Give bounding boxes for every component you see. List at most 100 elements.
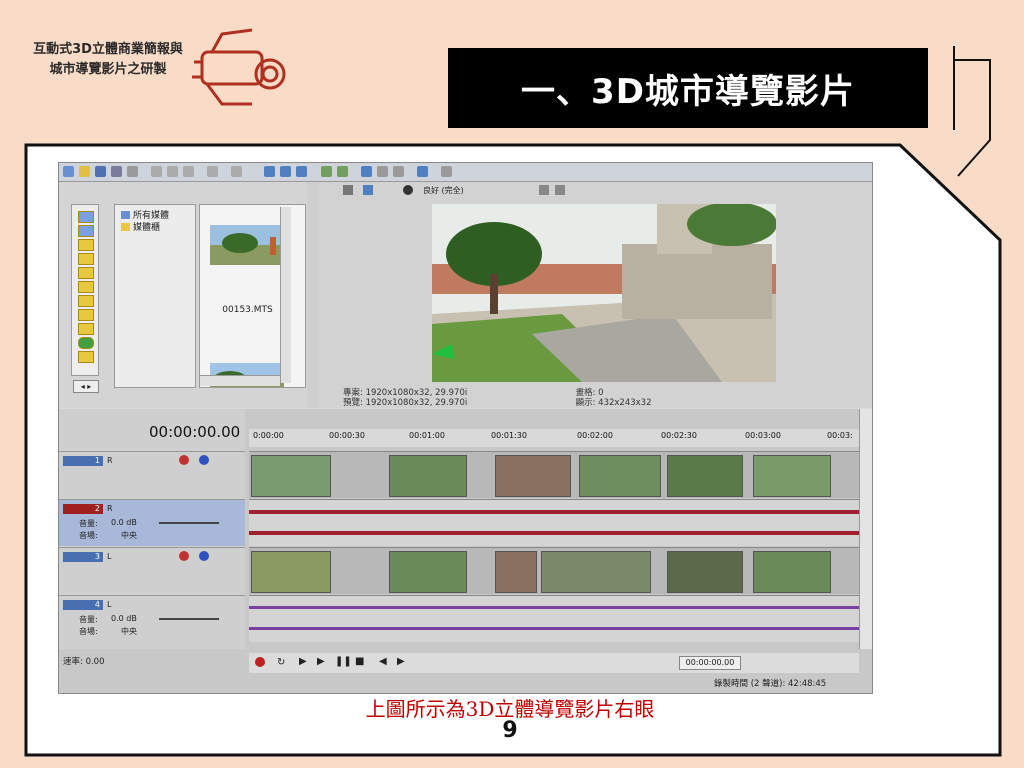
solo-icon[interactable] <box>199 455 209 465</box>
video-clip[interactable] <box>389 551 467 593</box>
folder-icon[interactable] <box>78 267 94 279</box>
tree-item-media-bin[interactable]: 媒體櫃 <box>121 220 160 233</box>
mute-icon[interactable] <box>179 455 189 465</box>
video-output-icon[interactable] <box>363 185 373 195</box>
video-clip[interactable] <box>667 551 743 593</box>
volume-slider[interactable] <box>159 618 219 620</box>
go-to-end-icon[interactable]: ▶ <box>397 656 405 667</box>
drive-icon[interactable] <box>78 225 94 237</box>
video-clip[interactable] <box>579 455 661 497</box>
folder-icon[interactable] <box>78 253 94 265</box>
volume-label: 音量: <box>79 519 98 528</box>
thumbnail-clip-1[interactable] <box>210 225 284 265</box>
save-icon[interactable] <box>95 166 106 177</box>
properties-icon[interactable] <box>127 166 138 177</box>
video-clip[interactable] <box>495 551 537 593</box>
track-number: 1 <box>63 456 103 466</box>
track-header-4[interactable]: 4 L 音量: 0.0 dB 音場: 中央 <box>59 595 245 642</box>
video-clip[interactable] <box>667 455 743 497</box>
cut-icon[interactable] <box>151 166 162 177</box>
render-icon[interactable] <box>417 166 428 177</box>
preview-settings-icon[interactable] <box>343 185 353 195</box>
play-from-start-icon[interactable]: ▶ <box>299 656 307 667</box>
folder-icon[interactable] <box>78 309 94 321</box>
audio-lane-4[interactable] <box>249 595 859 642</box>
solo-icon[interactable] <box>199 551 209 561</box>
transport-controls: ↻ ▶ ▶ ❚❚ ■ ◀ ▶ 00:00:00.00 <box>249 653 859 673</box>
auto-ripple-icon[interactable] <box>337 166 348 177</box>
copy-snapshot-icon[interactable] <box>539 185 549 195</box>
loop-icon[interactable]: ↻ <box>277 657 285 668</box>
folder-icon[interactable] <box>78 281 94 293</box>
copy-icon[interactable] <box>167 166 178 177</box>
zoom-icon[interactable] <box>393 166 404 177</box>
video-lane-1[interactable] <box>249 451 859 498</box>
folder-icon[interactable] <box>78 351 94 363</box>
save-snapshot-icon[interactable] <box>555 185 565 195</box>
ruler-label: 0:00:00 <box>253 431 284 440</box>
undo-icon[interactable] <box>207 166 218 177</box>
go-to-start-icon[interactable]: ◀ <box>379 656 387 667</box>
ruler-label: 00:01:00 <box>409 431 445 440</box>
track-number: 3 <box>63 552 103 562</box>
volume-value: 0.0 dB <box>111 614 137 623</box>
split-icon[interactable] <box>361 166 372 177</box>
track-header-1[interactable]: 1 R <box>59 451 245 498</box>
overlay-icon[interactable] <box>403 185 413 195</box>
selection-tool-icon[interactable] <box>296 166 307 177</box>
timeline-vscrollbar[interactable] <box>859 409 872 649</box>
timeline-panel: 00:00:00.00 1 R 2 R 音量: 0.0 dB 音場: 中央 3 … <box>59 409 872 693</box>
video-clip[interactable] <box>495 455 571 497</box>
track-channel: L <box>107 552 112 561</box>
new-file-icon[interactable] <box>63 166 74 177</box>
preview-info-row-2: 預覽: 1920x1080x32, 29.970i 顯示: 432x243x32 <box>343 398 863 408</box>
track-header-2[interactable]: 2 R 音量: 0.0 dB 音場: 中央 <box>59 499 245 546</box>
redo-icon[interactable] <box>231 166 242 177</box>
envelope-tool-icon[interactable] <box>280 166 291 177</box>
video-clip[interactable] <box>753 455 831 497</box>
lock-icon[interactable] <box>377 166 388 177</box>
folder-icon[interactable] <box>78 239 94 251</box>
display-label: 顯示: <box>575 398 596 408</box>
preview-quality-select[interactable]: 良好 (完全) <box>423 185 464 196</box>
pause-icon[interactable]: ❚❚ <box>335 656 352 667</box>
pan-value: 中央 <box>121 627 137 636</box>
timeline-ruler[interactable]: 0:00:00 00:00:30 00:01:00 00:01:30 00:02… <box>249 429 859 447</box>
ruler-label: 00:02:00 <box>577 431 613 440</box>
video-clip[interactable] <box>389 455 467 497</box>
video-lane-3[interactable] <box>249 547 859 594</box>
thumbnail-hscrollbar[interactable] <box>200 375 280 386</box>
drive-icon[interactable] <box>78 211 94 223</box>
folder-icon[interactable] <box>78 323 94 335</box>
scroll-arrows[interactable]: ◂ ▸ <box>73 380 99 393</box>
audio-lane-2[interactable] <box>249 499 859 546</box>
pan-value: 中央 <box>121 531 137 540</box>
save-as-icon[interactable] <box>111 166 122 177</box>
play-icon[interactable]: ▶ <box>317 656 325 667</box>
video-clip[interactable] <box>251 551 331 593</box>
paste-icon[interactable] <box>183 166 194 177</box>
preview-info-row-1: 專案: 1920x1080x32, 29.970i 畫格: 0 <box>343 388 863 398</box>
project-value: 1920x1080x32, 29.970i <box>365 388 468 398</box>
page-number: 9 <box>502 718 518 743</box>
mute-icon[interactable] <box>179 551 189 561</box>
ruler-label: 00:00:30 <box>329 431 365 440</box>
thumbnail-scrollbar[interactable] <box>280 207 291 383</box>
record-icon[interactable] <box>255 657 265 667</box>
open-folder-icon[interactable] <box>79 166 90 177</box>
volume-slider[interactable] <box>159 522 219 524</box>
tree-icon[interactable] <box>78 337 94 349</box>
media-icon <box>121 210 130 219</box>
logo-text: 互動式3D立體商業簡報與 城市導覽影片之研製 <box>8 40 208 80</box>
track-header-3[interactable]: 3 L <box>59 547 245 594</box>
video-clip[interactable] <box>753 551 831 593</box>
video-clip[interactable] <box>541 551 651 593</box>
normal-edit-tool-icon[interactable] <box>264 166 275 177</box>
help-icon[interactable] <box>441 166 452 177</box>
snap-icon[interactable] <box>321 166 332 177</box>
folder-icon[interactable] <box>78 295 94 307</box>
video-clip[interactable] <box>251 455 331 497</box>
ruler-label: 00:02:30 <box>661 431 697 440</box>
camera-icon <box>192 28 286 106</box>
stop-icon[interactable]: ■ <box>355 656 364 667</box>
